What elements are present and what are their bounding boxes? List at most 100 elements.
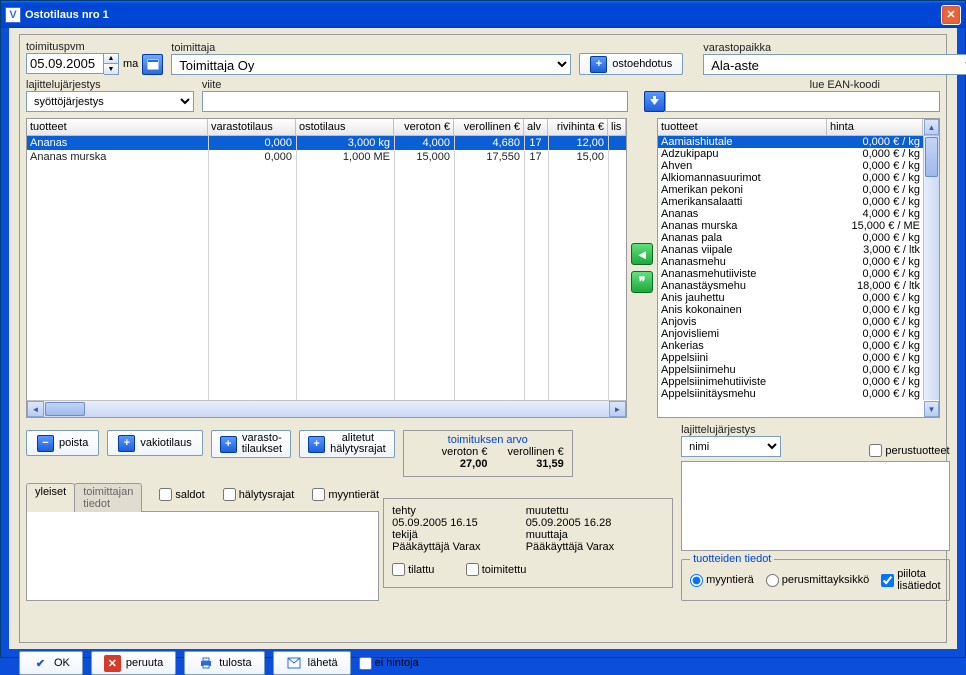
list-item[interactable]: Ananas viipale3,000 € / ltk (658, 244, 923, 256)
warehouse-orders-button[interactable]: + varasto-tilaukset (211, 430, 291, 458)
col-gross[interactable]: verollinen € (454, 119, 524, 135)
product-list-grid[interactable]: tuotteet hinta Aamiaishiutale0,000 € / k… (657, 118, 940, 418)
list-item[interactable]: Ananasmehutiiviste0,000 € / kg (658, 268, 923, 280)
order-lines-header: tuotteet varastotilaus ostotilaus veroto… (27, 119, 626, 136)
tab-supplier-info[interactable]: toimittajan tiedot (74, 483, 142, 512)
list-item[interactable]: Anis jauhettu0,000 € / kg (658, 292, 923, 304)
created-value: 05.09.2005 16.15 (392, 517, 523, 529)
remove-button[interactable]: − poista (26, 430, 99, 456)
warehouse-select[interactable]: Ala-aste (703, 54, 966, 75)
order-lines-grid[interactable]: tuotteet varastotilaus ostotilaus veroto… (26, 118, 627, 418)
radio-sales-batch[interactable]: myyntierä (690, 574, 754, 587)
col-extra[interactable]: lis (608, 119, 626, 135)
list-item[interactable]: Alkiomannasuurimot0,000 € / kg (658, 172, 923, 184)
table-row[interactable]: Ananas 0,000 3,000 kg 4,000 4,680 17 12,… (27, 136, 626, 150)
cancel-button[interactable]: ✕ peruuta (91, 651, 176, 675)
table-row[interactable]: Ananas murska 0,000 1,000 ME 15,000 17,5… (27, 150, 626, 164)
check-basic-products[interactable]: perustuotteet (869, 444, 949, 457)
col-purchase-order[interactable]: ostotilaus (296, 119, 394, 135)
spin-up[interactable]: ▲ (104, 54, 118, 64)
net-label: veroton € (442, 446, 488, 458)
list-item[interactable]: Ananas pala0,000 € / kg (658, 232, 923, 244)
col-product[interactable]: tuotteet (658, 119, 827, 135)
app-window: V Ostotilaus nro 1 ✕ toimituspvm ▲▼ ma (0, 0, 966, 658)
list-item[interactable]: Appelsiinitäysmehu0,000 € / kg (658, 388, 923, 400)
default-order-button[interactable]: + vakiotilaus (107, 430, 202, 456)
move-left-button[interactable]: ◄ (631, 243, 653, 265)
below-alarm-button[interactable]: + alitetuthälytysrajat (299, 430, 395, 458)
list-item[interactable]: Adzukipapu0,000 € / kg (658, 148, 923, 160)
tab-general[interactable]: yleiset (26, 483, 75, 512)
creator-value: Pääkäyttäjä Varax (392, 541, 523, 553)
delivery-date-input[interactable] (26, 53, 104, 74)
check-ordered[interactable]: tilattu (392, 563, 434, 576)
list-item[interactable]: Ankerias0,000 € / kg (658, 340, 923, 352)
list-item[interactable]: Appelsiinimehutiiviste0,000 € / kg (658, 376, 923, 388)
product-list-body: Aamiaishiutale0,000 € / kgAdzukipapu0,00… (658, 136, 923, 417)
warehouse-label: varastopaikka (703, 42, 966, 54)
move-right-button[interactable]: ❞ (631, 271, 653, 293)
creator-label: tekijä (392, 529, 523, 541)
plus-icon: + (118, 435, 135, 452)
plus-icon: + (590, 56, 607, 73)
v-scrollbar[interactable]: ▲ ▼ (923, 136, 939, 400)
x-icon: ✕ (104, 655, 121, 672)
check-alarm-limits[interactable]: hälytysrajat (223, 488, 295, 501)
check-delivered[interactable]: toimitettu (466, 563, 527, 576)
list-item[interactable]: Ananas4,000 € / kg (658, 208, 923, 220)
send-button[interactable]: lähetä (273, 651, 351, 675)
col-products[interactable]: tuotteet (27, 119, 208, 135)
col-net[interactable]: veroton € (394, 119, 454, 135)
print-button[interactable]: tulosta (184, 651, 264, 675)
check-balances[interactable]: saldot (159, 488, 204, 501)
purchase-suggestion-button[interactable]: + ostoehdotus (579, 53, 683, 75)
check-sales-batches[interactable]: myyntierät (312, 488, 379, 501)
created-label: tehty (392, 505, 523, 517)
list-item[interactable]: Anjovis0,000 € / kg (658, 316, 923, 328)
sort-order-select[interactable]: syöttöjärjestys (26, 91, 194, 112)
printer-icon (197, 655, 214, 672)
sort-order-label: lajittelujärjestys (26, 79, 194, 91)
modifier-label: muuttaja (526, 529, 657, 541)
right-sort-label: lajittelujärjestys (681, 424, 781, 436)
purchase-suggestion-label: ostoehdotus (612, 58, 672, 70)
col-vat[interactable]: alv (524, 119, 548, 135)
modified-label: muutettu (526, 505, 657, 517)
right-sort-select[interactable]: nimi (681, 436, 781, 457)
calendar-icon[interactable] (142, 54, 163, 75)
col-price[interactable]: hinta (827, 119, 923, 135)
list-item[interactable]: Amerikan pekoni0,000 € / kg (658, 184, 923, 196)
col-lineprice[interactable]: rivihinta € (548, 119, 608, 135)
col-warehouse-order[interactable]: varastotilaus (208, 119, 296, 135)
list-item[interactable]: Anis kokonainen0,000 € / kg (658, 304, 923, 316)
list-item[interactable]: Aamiaishiutale0,000 € / kg (658, 136, 923, 148)
list-item[interactable]: Ananastäysmehu18,000 € / ltk (658, 280, 923, 292)
reference-input[interactable] (202, 91, 628, 112)
minus-icon: − (37, 435, 54, 452)
modified-value: 05.09.2005 16.28 (526, 517, 657, 529)
list-item[interactable]: Amerikansalaatti0,000 € / kg (658, 196, 923, 208)
plus-icon: + (308, 436, 325, 453)
h-scrollbar[interactable]: ◄► (27, 400, 626, 417)
ean-input[interactable] (665, 91, 940, 112)
delivery-date-label: toimituspvm (26, 41, 163, 53)
list-item[interactable]: Appelsiinimehu0,000 € / kg (658, 364, 923, 376)
check-icon: ✔ (32, 655, 49, 672)
list-item[interactable]: Anjovisliemi0,000 € / kg (658, 328, 923, 340)
list-item[interactable]: Ananasmehu0,000 € / kg (658, 256, 923, 268)
supplier-select[interactable]: Toimittaja Oy (171, 54, 571, 75)
spin-down[interactable]: ▼ (104, 64, 118, 74)
list-item[interactable]: Ahven0,000 € / kg (658, 160, 923, 172)
delivery-value-title: toimituksen arvo (412, 434, 564, 446)
close-button[interactable]: ✕ (941, 5, 961, 25)
delivery-date-spinner[interactable]: ▲▼ (26, 53, 119, 75)
ok-button[interactable]: ✔ OK (19, 651, 83, 675)
ean-down-icon[interactable] (644, 91, 665, 112)
app-icon: V (5, 7, 21, 23)
check-hide-details[interactable]: piilota lisätiedot (881, 568, 940, 592)
list-item[interactable]: Appelsiini0,000 € / kg (658, 352, 923, 364)
list-item[interactable]: Ananas murska15,000 € / ME (658, 220, 923, 232)
radio-base-unit[interactable]: perusmittayksikkö (766, 574, 869, 587)
supplier-label: toimittaja (171, 42, 571, 54)
check-no-prices[interactable]: ei hintoja (359, 657, 419, 670)
